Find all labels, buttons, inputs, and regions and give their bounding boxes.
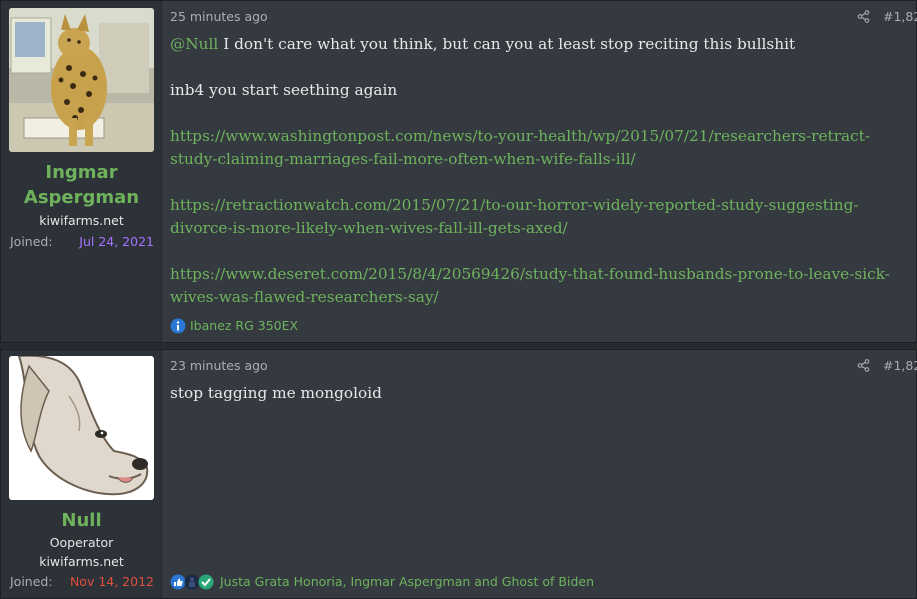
message-content: 23 minutes ago #1,826 stop tagging me mo… xyxy=(170,350,917,598)
avatar[interactable] xyxy=(9,8,154,152)
post-text: I don't care what you think, but can you… xyxy=(218,35,796,53)
info-icon xyxy=(170,318,186,334)
dark-figure-icon xyxy=(184,574,200,590)
link-line: divorce-is-more-likely-when-wives-fall-i… xyxy=(170,219,568,237)
thumbs-up-icon xyxy=(170,574,186,590)
user-title: Ooperator xyxy=(49,535,114,550)
joined-row: Joined: Jul 24, 2021 xyxy=(10,233,154,250)
joined-date: Jul 24, 2021 xyxy=(79,234,154,249)
reactions-list-link[interactable]: Ibanez RG 350EX xyxy=(190,318,298,333)
username-line: Aspergman xyxy=(23,187,140,208)
reactions-bar: Justa Grata Honoria, Ingmar Aspergman an… xyxy=(170,573,594,590)
share-icon[interactable] xyxy=(857,359,870,372)
check-icon xyxy=(198,574,214,590)
user-info-panel: Ingmar Aspergman kiwifarms.net Joined: J… xyxy=(1,1,162,342)
post-text: stop tagging me mongoloid xyxy=(170,384,382,402)
link-line: wives-was-flawed-researchers-say/ xyxy=(170,288,439,306)
avatar-image-dog xyxy=(9,356,154,500)
link-line: study-claiming-marriages-fail-more-often… xyxy=(170,150,636,168)
user-subtitle: kiwifarms.net xyxy=(39,554,124,569)
joined-date: Nov 14, 2012 xyxy=(69,574,154,589)
user-info-panel: Null Ooperator kiwifarms.net Joined: Nov… xyxy=(1,350,162,598)
post-number-link[interactable]: #1,825 xyxy=(883,8,917,25)
username-link[interactable]: Ingmar Aspergman xyxy=(1,160,162,210)
link-line: https://retractionwatch.com/2015/07/21/t… xyxy=(170,196,859,214)
user-mention-link[interactable]: @Null xyxy=(170,35,218,53)
joined-label: Joined: xyxy=(10,574,53,589)
link-line: https://www.washingtonpost.com/news/to-y… xyxy=(170,127,871,145)
post-number-link[interactable]: #1,826 xyxy=(883,357,917,374)
reactions-bar: Ibanez RG 350EX xyxy=(170,317,298,334)
username-line: Ingmar xyxy=(45,162,118,183)
post-body-line: @Null I don't care what you think, but c… xyxy=(170,33,795,56)
reactions-list-link[interactable]: Justa Grata Honoria, Ingmar Aspergman an… xyxy=(220,574,594,589)
joined-row: Joined: Nov 14, 2012 xyxy=(10,573,154,590)
avatar-image-cat xyxy=(9,8,154,152)
post: Ingmar Aspergman kiwifarms.net Joined: J… xyxy=(0,0,917,343)
post: Null Ooperator kiwifarms.net Joined: Nov… xyxy=(0,349,917,599)
post-text: inb4 you start seething again xyxy=(170,81,398,99)
username-link[interactable]: Null xyxy=(1,508,162,533)
avatar[interactable] xyxy=(9,356,154,500)
external-link[interactable]: https://retractionwatch.com/2015/07/21/t… xyxy=(170,194,859,240)
post-timestamp[interactable]: 23 minutes ago xyxy=(170,357,268,374)
post-timestamp[interactable]: 25 minutes ago xyxy=(170,8,268,25)
external-link[interactable]: https://www.deseret.com/2015/8/4/2056942… xyxy=(170,263,890,309)
external-link[interactable]: https://www.washingtonpost.com/news/to-y… xyxy=(170,125,870,171)
message-content: 25 minutes ago #1,825 @Null I don't care… xyxy=(170,1,917,342)
link-line: https://www.deseret.com/2015/8/4/2056942… xyxy=(170,265,890,283)
user-title: kiwifarms.net xyxy=(39,213,124,228)
joined-label: Joined: xyxy=(10,234,53,249)
share-icon[interactable] xyxy=(857,10,870,23)
